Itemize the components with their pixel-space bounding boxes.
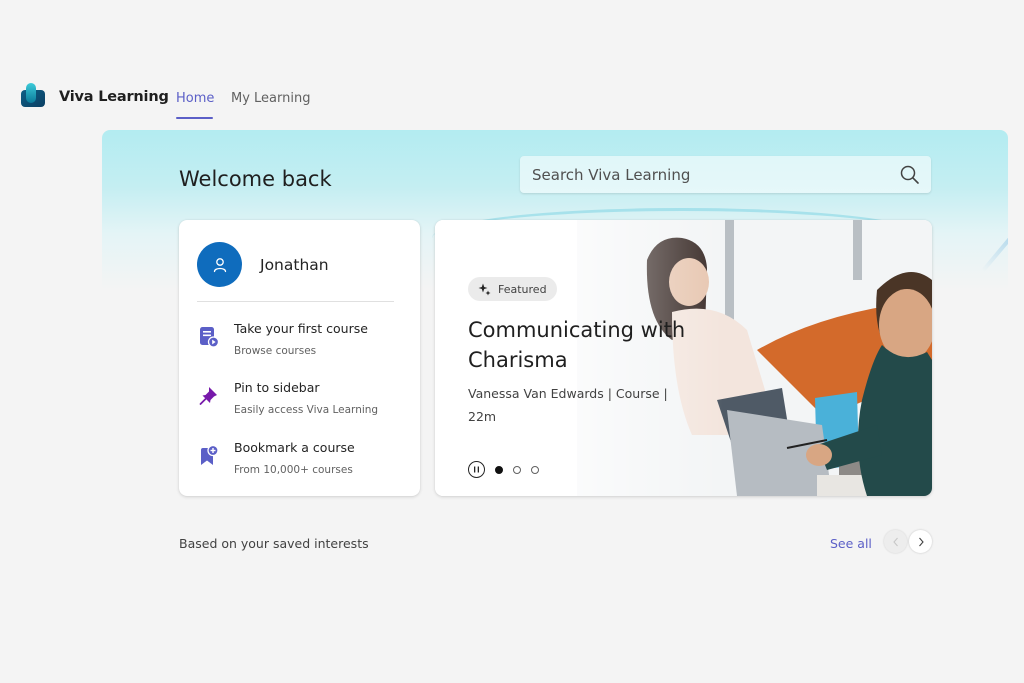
action-title: Bookmark a course xyxy=(234,440,355,455)
course-play-icon xyxy=(200,327,219,348)
top-nav: Viva Learning Home My Learning xyxy=(0,78,1024,120)
welcome-heading: Welcome back xyxy=(179,167,332,191)
featured-badge: Featured xyxy=(468,277,557,301)
next-button[interactable] xyxy=(909,530,932,553)
carousel-controls xyxy=(468,461,539,478)
search-icon[interactable] xyxy=(899,164,921,186)
pause-button[interactable] xyxy=(468,461,485,478)
action-subtitle: From 10,000+ courses xyxy=(234,464,353,476)
viva-learning-logo-icon xyxy=(21,83,45,107)
pin-icon xyxy=(199,387,217,405)
course-author: Vanessa Van Edwards xyxy=(468,386,604,401)
user-name: Jonathan xyxy=(260,256,329,274)
action-title: Pin to sidebar xyxy=(234,380,320,395)
featured-badge-label: Featured xyxy=(498,282,547,296)
search-input[interactable] xyxy=(520,156,899,193)
chevron-right-icon xyxy=(918,537,924,546)
avatar[interactable] xyxy=(197,242,242,287)
action-bookmark-course[interactable]: Bookmark a course From 10,000+ courses xyxy=(197,440,407,484)
app-title: Viva Learning xyxy=(59,89,169,105)
search-box xyxy=(520,156,931,193)
course-title[interactable]: Communicating with Charisma xyxy=(468,315,708,375)
carousel-dot-2[interactable] xyxy=(513,465,521,474)
pause-icon xyxy=(474,466,479,473)
course-type: Course xyxy=(615,386,660,401)
action-pin-to-sidebar[interactable]: Pin to sidebar Easily access Viva Learni… xyxy=(197,380,407,424)
meta-separator: | xyxy=(663,386,668,401)
sparkle-icon xyxy=(478,283,491,295)
divider xyxy=(197,301,394,302)
carousel-dot-3[interactable] xyxy=(531,465,539,474)
carousel-dot-1[interactable] xyxy=(495,465,503,474)
action-subtitle: Browse courses xyxy=(234,345,317,357)
action-subtitle: Easily access Viva Learning xyxy=(234,404,379,416)
previous-button[interactable] xyxy=(884,530,907,553)
see-all-link[interactable]: See all xyxy=(830,536,872,551)
bookmark-add-icon xyxy=(201,445,219,465)
tab-home[interactable]: Home xyxy=(176,91,214,106)
section-title: Based on your saved interests xyxy=(179,536,369,551)
course-meta: Vanessa Van Edwards | Course | 22m xyxy=(468,382,683,428)
featured-course-card[interactable]: Featured Communicating with Charisma Van… xyxy=(435,220,932,496)
profile-card: Jonathan Take your first course Browse c… xyxy=(179,220,420,496)
action-title: Take your first course xyxy=(234,321,368,336)
action-take-first-course[interactable]: Take your first course Browse courses xyxy=(197,321,407,365)
chevron-left-icon xyxy=(892,537,898,546)
active-tab-indicator xyxy=(176,117,213,119)
person-icon xyxy=(213,257,226,272)
meta-separator: | xyxy=(607,386,616,401)
tab-my-learning[interactable]: My Learning xyxy=(231,91,310,106)
hero-decoration-streak xyxy=(981,223,1008,273)
course-duration: 22m xyxy=(468,409,497,424)
